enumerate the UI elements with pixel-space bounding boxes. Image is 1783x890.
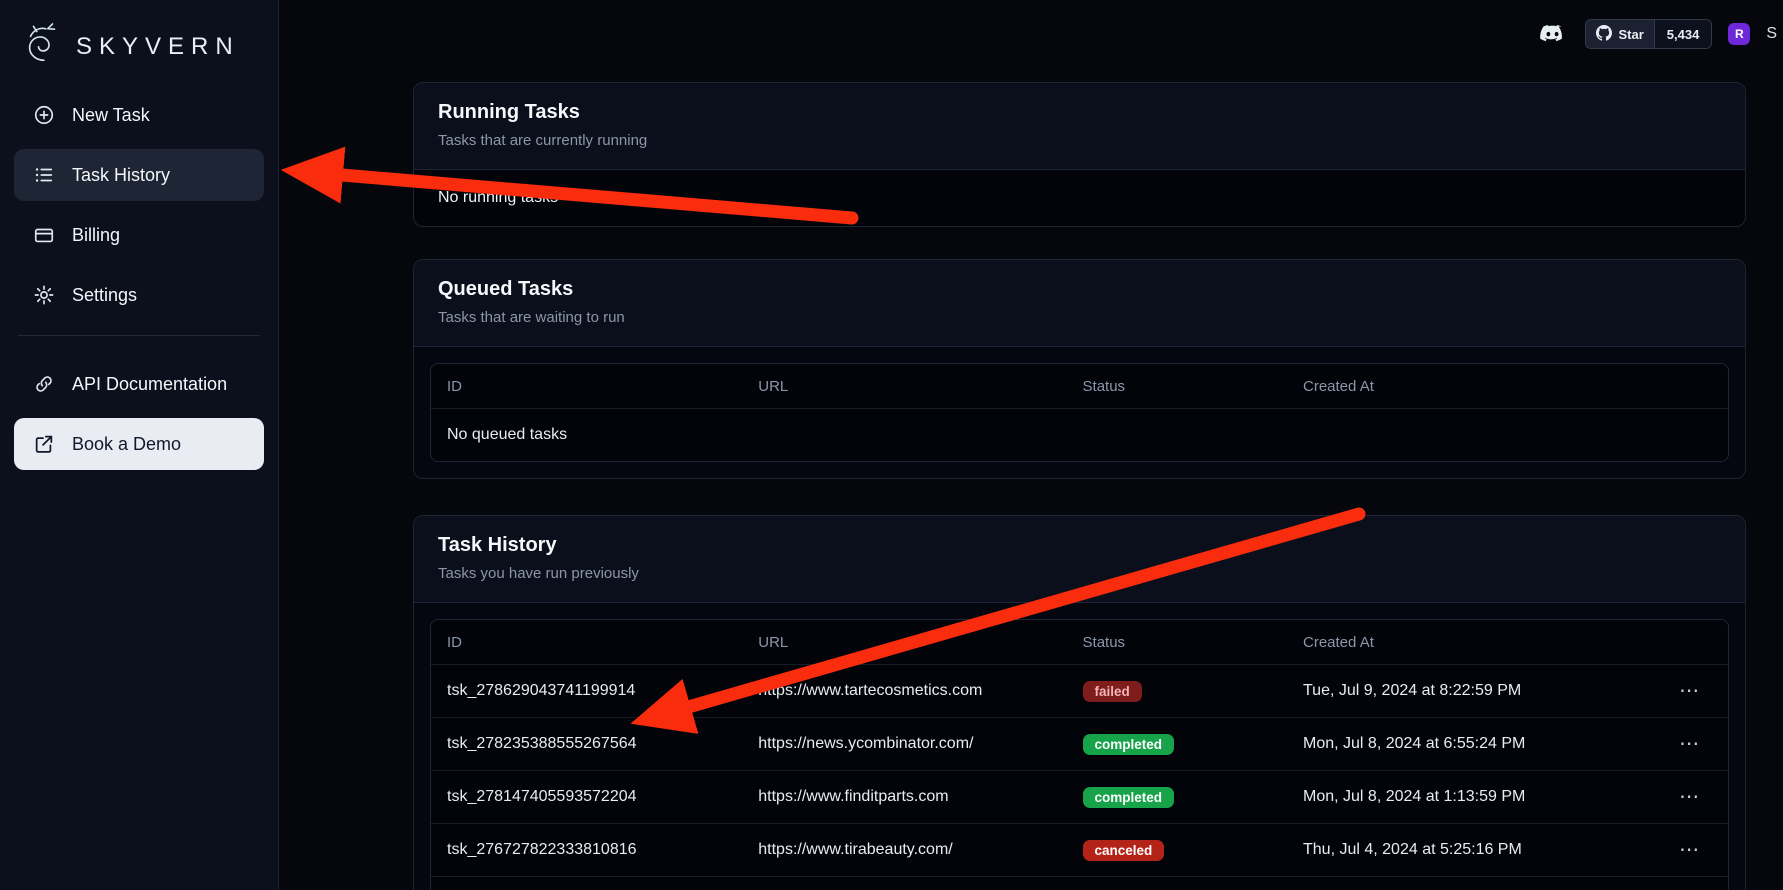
task-created-at: Mon, Jul 8, 2024 at 1:13:59 PM [1287,770,1663,823]
sidebar-item-label: Billing [72,225,120,246]
queued-tasks-card: Queued Tasks Tasks that are waiting to r… [413,259,1746,479]
task-history-card: Task History Tasks you have run previous… [413,515,1746,890]
running-tasks-header: Running Tasks Tasks that are currently r… [414,83,1745,170]
list-icon [32,164,56,186]
queued-tasks-header: Queued Tasks Tasks that are waiting to r… [414,260,1745,347]
task-id: tsk_278147405593572204 [431,770,742,823]
main-content: Running Tasks Tasks that are currently r… [413,0,1746,890]
task-history-subtitle: Tasks you have run previously [438,565,1721,582]
running-tasks-title: Running Tasks [438,101,1721,124]
task-history-title: Task History [438,534,1721,557]
column-created-at: Created At [1287,620,1663,664]
book-a-demo-button[interactable]: Book a Demo [14,418,264,470]
github-star-widget[interactable]: Star 5,434 [1585,19,1712,49]
username-partial: S [1766,25,1777,43]
queued-tasks-table: ID URL Status Created At No queued tasks [430,363,1729,462]
queued-tasks-body: ID URL Status Created At No queued tasks [414,347,1745,478]
column-id: ID [431,364,742,408]
sidebar-item-label: Task History [72,165,170,186]
table-row[interactable]: tsk_278235388555267564 https://news.ycom… [431,717,1728,770]
task-history-table: ID URL Status Created At tsk_27862904374… [430,619,1729,890]
running-tasks-subtitle: Tasks that are currently running [438,132,1721,149]
gear-icon [32,284,56,306]
skyvern-logo[interactable]: SKYVERN [20,22,258,71]
queued-tasks-subtitle: Tasks that are waiting to run [438,309,1721,326]
task-created-at: Mon, Jul 8, 2024 at 6:55:24 PM [1287,717,1663,770]
row-menu-button[interactable]: ⋯ [1679,840,1701,860]
status-badge: failed [1083,681,1142,702]
sidebar-item-label: Settings [72,285,137,306]
table-row[interactable]: tsk_278629043741199914 https://www.tarte… [431,664,1728,717]
topbar: Star 5,434 R S [1535,16,1777,52]
task-url: https://www.finditparts.com [742,770,1066,823]
task-history-header-row: ID URL Status Created At [431,620,1728,664]
task-url: https://www.tartecosmetics.com [742,664,1066,717]
column-status: Status [1067,620,1287,664]
sidebar-item-label: Book a Demo [72,434,181,455]
logo-text: SKYVERN [76,33,240,61]
column-url: URL [742,620,1066,664]
sidebar-nav: New Task Task History Billing Settings [14,89,264,470]
github-star-label: Star [1618,27,1643,42]
task-history-header: Task History Tasks you have run previous… [414,516,1745,603]
task-created-at: Thu, Jun 27, 2024 at 8:38:58 PM [1287,876,1663,890]
task-url: https://www.tirabeauty.com/ [742,823,1066,876]
skyvern-dragon-icon [20,22,66,71]
table-row[interactable]: tsk_276727822333810816 https://www.tirab… [431,823,1728,876]
table-row[interactable]: tsk_278147405593572204 https://www.findi… [431,770,1728,823]
column-id: ID [431,620,742,664]
plus-circle-icon [32,104,56,126]
task-created-at: Tue, Jul 9, 2024 at 8:22:59 PM [1287,664,1663,717]
discord-icon[interactable] [1535,19,1569,49]
queued-tasks-empty: No queued tasks [431,408,1728,461]
task-url: https://news.ycombinator.com/ [742,717,1066,770]
task-id: tsk_274180139292204058 [431,876,742,890]
running-tasks-card: Running Tasks Tasks that are currently r… [413,82,1746,227]
table-row[interactable]: tsk_274180139292204058 https://www.geico… [431,876,1728,890]
sidebar-item-label: API Documentation [72,374,227,395]
queued-tasks-empty-row: No queued tasks [431,408,1728,461]
running-tasks-empty: No running tasks [414,170,1745,226]
status-badge: canceled [1083,840,1165,861]
task-id: tsk_276727822333810816 [431,823,742,876]
task-created-at: Thu, Jul 4, 2024 at 5:25:16 PM [1287,823,1663,876]
task-history-body: ID URL Status Created At tsk_27862904374… [414,603,1745,890]
github-icon [1596,25,1612,44]
task-id: tsk_278235388555267564 [431,717,742,770]
task-id: tsk_278629043741199914 [431,664,742,717]
column-menu [1663,620,1728,664]
skyvern-app: SKYVERN New Task Task History Billing [0,0,1783,890]
sidebar-item-settings[interactable]: Settings [14,269,264,321]
row-menu-button[interactable]: ⋯ [1679,681,1701,701]
external-link-icon [32,433,56,455]
column-menu [1663,364,1728,408]
sidebar-item-api-documentation[interactable]: API Documentation [14,358,264,410]
sidebar: SKYVERN New Task Task History Billing [0,0,279,890]
sidebar-item-new-task[interactable]: New Task [14,89,264,141]
column-created-at: Created At [1287,364,1663,408]
column-status: Status [1067,364,1287,408]
row-menu-button[interactable]: ⋯ [1679,734,1701,754]
column-url: URL [742,364,1066,408]
avatar[interactable]: R [1728,23,1750,45]
sidebar-item-label: New Task [72,105,150,126]
status-badge: completed [1083,787,1175,808]
task-url: https://www.geico.com [742,876,1066,890]
row-menu-button[interactable]: ⋯ [1679,787,1701,807]
queued-tasks-header-row: ID URL Status Created At [431,364,1728,408]
status-badge: completed [1083,734,1175,755]
queued-tasks-title: Queued Tasks [438,278,1721,301]
sidebar-item-billing[interactable]: Billing [14,209,264,261]
sidebar-item-task-history[interactable]: Task History [14,149,264,201]
link-icon [32,373,56,395]
sidebar-divider [18,335,260,336]
credit-card-icon [32,224,56,246]
github-star-count: 5,434 [1654,20,1712,48]
